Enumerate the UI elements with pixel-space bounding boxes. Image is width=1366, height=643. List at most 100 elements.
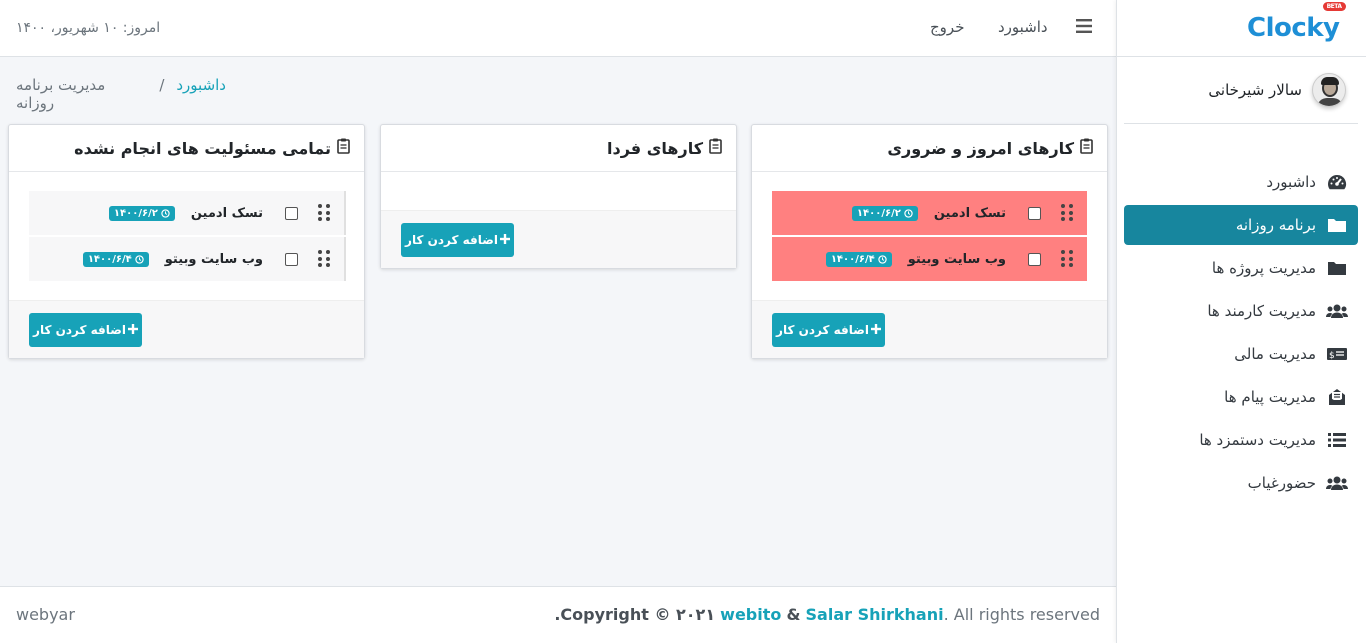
sidebar-item-daily-schedule[interactable]: برنامه روزانه bbox=[1124, 205, 1358, 245]
sidebar-item-label: مدیریت مالی bbox=[1234, 345, 1316, 363]
due-date-text: ۱۴۰۰/۶/۴ bbox=[830, 253, 875, 265]
card-footer: اضافه کردن کار bbox=[752, 300, 1107, 358]
breadcrumb-home[interactable]: داشبورد bbox=[176, 76, 226, 112]
user-panel[interactable]: سالار شیرخانی bbox=[1124, 57, 1358, 124]
clock-icon bbox=[135, 254, 144, 264]
sidebar-nav: داشبورد برنامه روزانه مدیریت پروژه ها مد… bbox=[1124, 162, 1358, 506]
sidebar-item-attendance[interactable]: حضورغیاب bbox=[1124, 463, 1358, 503]
due-date-badge: ۱۴۰۰/۶/۲ bbox=[108, 205, 175, 221]
all-undone-card: تمامی مسئولیت های انجام نشده تسک ادمین ۱… bbox=[8, 124, 365, 359]
due-date-text: ۱۴۰۰/۶/۴ bbox=[87, 253, 132, 265]
sidebar-item-label: مدیریت کارمند ها bbox=[1207, 302, 1316, 320]
task-name: تسک ادمین bbox=[933, 205, 1006, 221]
card-title: کارهای امروز و ضروری bbox=[887, 138, 1074, 158]
copyright-amp: & bbox=[786, 605, 801, 624]
breadcrumb: داشبورد / مدیریت برنامه روزانه bbox=[16, 76, 226, 112]
brand[interactable]: Clocky BETA bbox=[1117, 0, 1366, 57]
sidebar-item-label: مدیریت پروژه ها bbox=[1211, 259, 1316, 277]
clock-icon bbox=[904, 208, 913, 218]
money-icon: $ bbox=[1326, 343, 1348, 365]
sidebar-item-messages[interactable]: مدیریت پیام ها bbox=[1124, 377, 1358, 417]
menu-toggle-icon[interactable] bbox=[1076, 18, 1094, 36]
beta-badge: BETA bbox=[1322, 2, 1346, 11]
sidebar: Clocky BETA سالار شیرخانی داشبورد برنامه… bbox=[1116, 0, 1366, 643]
clipboard-icon bbox=[709, 138, 722, 158]
task-name: تسک ادمین bbox=[190, 205, 263, 221]
due-date-badge: ۱۴۰۰/۶/۴ bbox=[82, 251, 149, 267]
sidebar-item-finance[interactable]: $ مدیریت مالی bbox=[1124, 334, 1358, 374]
copyright-suffix: . All rights reserved bbox=[943, 605, 1100, 624]
today-urgent-card: کارهای امروز و ضروری تسک ادمین ۱۴۰۰/۶/۲ … bbox=[751, 124, 1108, 359]
add-task-button[interactable]: اضافه کردن کار bbox=[29, 313, 142, 347]
user-name: سالار شیرخانی bbox=[1208, 81, 1302, 99]
due-date-text: ۱۴۰۰/۶/۲ bbox=[113, 207, 158, 219]
tomorrow-card: کارهای فردا اضافه کردن کار bbox=[380, 124, 737, 269]
svg-text:$: $ bbox=[1329, 351, 1335, 361]
add-task-button[interactable]: اضافه کردن کار bbox=[772, 313, 885, 347]
plus-icon bbox=[499, 233, 510, 247]
card-title: تمامی مسئولیت های انجام نشده bbox=[74, 138, 331, 158]
author-link[interactable]: Salar Shirkhani bbox=[806, 605, 944, 624]
card-header: کارهای فردا bbox=[381, 125, 736, 172]
page-footer: webyar .Copyright © ۲۰۲۱ webito & Salar … bbox=[0, 586, 1116, 643]
task-name: وب سایت وبیتو bbox=[907, 251, 1006, 267]
drag-handle-icon[interactable] bbox=[1061, 250, 1073, 268]
sidebar-item-label: مدیریت پیام ها bbox=[1224, 388, 1316, 406]
clipboard-icon bbox=[1080, 138, 1093, 158]
due-date-badge: ۱۴۰۰/۶/۲ bbox=[851, 205, 918, 221]
breadcrumb-separator: / bbox=[159, 76, 165, 94]
card-footer: اضافه کردن کار bbox=[9, 300, 364, 358]
sidebar-item-wages[interactable]: مدیریت دستمزد ها bbox=[1124, 420, 1358, 460]
add-task-button[interactable]: اضافه کردن کار bbox=[401, 223, 514, 257]
due-date-badge: ۱۴۰۰/۶/۴ bbox=[825, 251, 892, 267]
brand-logo: Clocky BETA bbox=[1247, 2, 1346, 43]
sidebar-item-projects[interactable]: مدیریت پروژه ها bbox=[1124, 248, 1358, 288]
task-row[interactable]: وب سایت وبیتو ۱۴۰۰/۶/۴ bbox=[29, 237, 346, 281]
logout-link[interactable]: خروج bbox=[930, 18, 964, 36]
card-footer: اضافه کردن کار bbox=[381, 210, 736, 268]
sidebar-item-label: برنامه روزانه bbox=[1235, 216, 1316, 234]
plus-icon bbox=[127, 323, 138, 337]
today-date: امروز: ۱۰ شهریور، ۱۴۰۰ bbox=[16, 20, 161, 36]
plus-icon bbox=[870, 323, 881, 337]
sidebar-item-employees[interactable]: مدیریت کارمند ها bbox=[1124, 291, 1358, 331]
task-checkbox[interactable] bbox=[1028, 206, 1041, 220]
add-task-label: اضافه کردن کار bbox=[776, 323, 869, 337]
task-checkbox[interactable] bbox=[285, 206, 298, 220]
task-checkbox[interactable] bbox=[1028, 252, 1041, 266]
copyright-prefix: Copyright © ۲۰۲۱ bbox=[560, 605, 716, 624]
sidebar-item-label: مدیریت دستمزد ها bbox=[1199, 431, 1316, 449]
clipboard-icon bbox=[337, 138, 350, 158]
add-task-label: اضافه کردن کار bbox=[405, 233, 498, 247]
card-header: کارهای امروز و ضروری bbox=[752, 125, 1107, 172]
task-name: وب سایت وبیتو bbox=[164, 251, 263, 267]
task-checkbox[interactable] bbox=[285, 252, 298, 266]
users-icon bbox=[1326, 300, 1348, 322]
due-date-text: ۱۴۰۰/۶/۲ bbox=[856, 207, 901, 219]
card-header: تمامی مسئولیت های انجام نشده bbox=[9, 125, 364, 172]
footer-copyright: .Copyright © ۲۰۲۱ webito & Salar Shirkha… bbox=[554, 605, 1100, 624]
task-row[interactable]: تسک ادمین ۱۴۰۰/۶/۲ bbox=[772, 191, 1087, 235]
webito-link[interactable]: webito bbox=[720, 605, 781, 624]
sidebar-item-dashboard[interactable]: داشبورد bbox=[1124, 162, 1358, 202]
clock-icon bbox=[878, 254, 887, 264]
drag-handle-icon[interactable] bbox=[1061, 204, 1073, 222]
clock-icon bbox=[161, 208, 170, 218]
task-row[interactable]: وب سایت وبیتو ۱۴۰۰/۶/۴ bbox=[772, 237, 1087, 281]
folder-icon bbox=[1326, 257, 1348, 279]
folder-icon bbox=[1326, 214, 1348, 236]
sidebar-item-label: حضورغیاب bbox=[1247, 474, 1316, 492]
topbar-dashboard-link[interactable]: داشبورد bbox=[998, 18, 1048, 36]
list-icon bbox=[1326, 429, 1348, 451]
users-icon bbox=[1326, 472, 1348, 494]
add-task-label: اضافه کردن کار bbox=[33, 323, 126, 337]
top-navbar: داشبورد خروج امروز: ۱۰ شهریور، ۱۴۰۰ bbox=[0, 0, 1116, 57]
footer-brand: webyar bbox=[16, 605, 75, 624]
drag-handle-icon[interactable] bbox=[318, 250, 330, 268]
task-row[interactable]: تسک ادمین ۱۴۰۰/۶/۲ bbox=[29, 191, 346, 235]
card-title: کارهای فردا bbox=[607, 138, 703, 158]
drag-handle-icon[interactable] bbox=[318, 204, 330, 222]
speedometer-icon bbox=[1326, 171, 1348, 193]
sidebar-item-label: داشبورد bbox=[1266, 173, 1316, 191]
breadcrumb-current: مدیریت برنامه روزانه bbox=[16, 76, 106, 112]
